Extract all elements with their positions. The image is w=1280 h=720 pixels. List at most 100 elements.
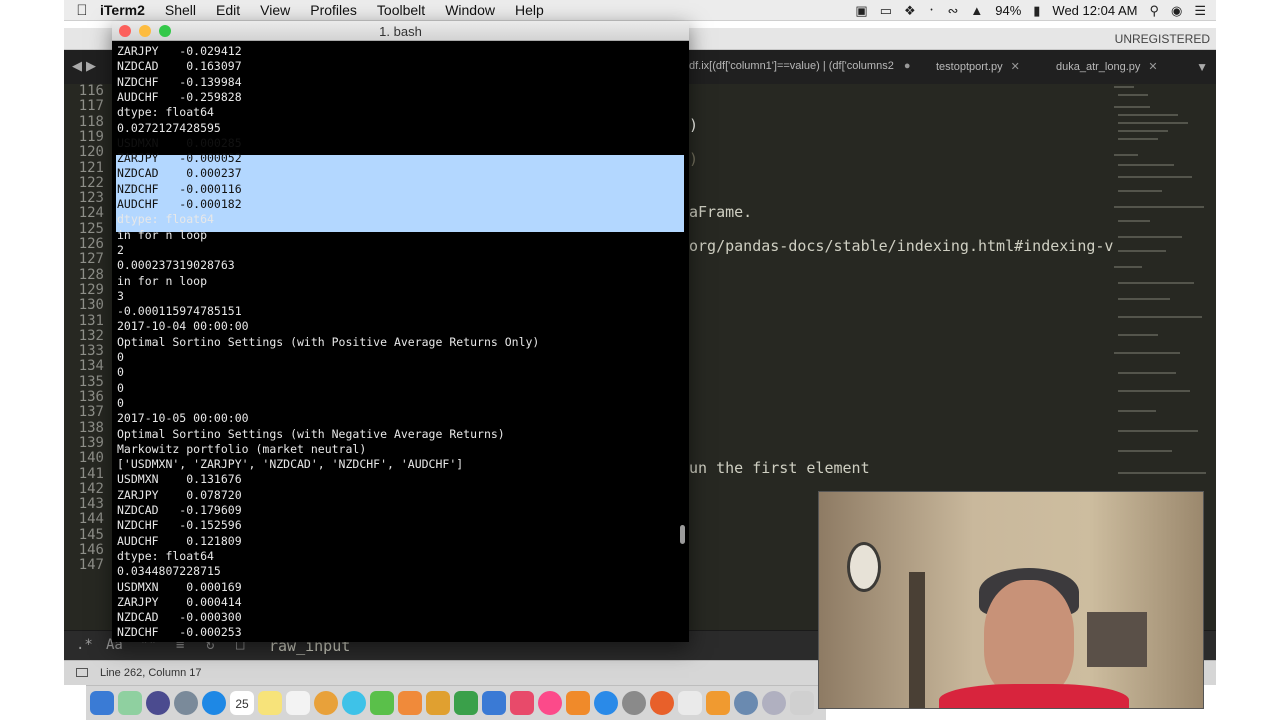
minimap-line xyxy=(1118,298,1170,300)
minimap-line xyxy=(1118,236,1182,238)
app-store-icon[interactable] xyxy=(594,691,618,715)
terminal-line: NZDCHF -0.139984 xyxy=(117,74,242,89)
battery-percent[interactable]: 94% xyxy=(995,3,1021,18)
battery-icon[interactable]: ▮ xyxy=(1033,3,1040,19)
menu-help[interactable]: Help xyxy=(515,2,544,18)
calendar-icon[interactable]: 25 xyxy=(230,691,254,715)
bluetooth-icon[interactable]: ᛫ xyxy=(928,3,936,18)
terminal-line: AUDCHF -0.259828 xyxy=(117,89,242,104)
iterm-titlebar[interactable]: 1. bash xyxy=(112,21,689,41)
terminal-line: -0.000115974785151 xyxy=(117,304,242,319)
minimap-line xyxy=(1118,94,1148,96)
code-fragment: ) xyxy=(689,116,699,134)
siri-icon[interactable]: ◉ xyxy=(1171,3,1182,19)
line-number: 124 xyxy=(78,205,104,222)
sublime-text-icon[interactable] xyxy=(706,691,730,715)
books-icon[interactable] xyxy=(566,691,590,715)
minimap-line xyxy=(1118,316,1202,318)
safari-icon[interactable] xyxy=(202,691,226,715)
tab-testoptport[interactable]: testoptport.py ✕ xyxy=(926,50,1030,84)
airplay-icon[interactable]: ▲ xyxy=(970,3,983,18)
minimap-line xyxy=(1118,122,1188,124)
spotlight-search-icon[interactable]: ⚲ xyxy=(1149,3,1159,19)
minimap-line xyxy=(1114,86,1134,88)
unsaved-dot-icon[interactable]: ● xyxy=(904,60,911,72)
terminal-output[interactable]: ZARJPY -0.029412 NZDCAD 0.163097 NZDCHF -0… xyxy=(112,41,689,642)
maps-icon[interactable] xyxy=(118,691,142,715)
numbers-icon[interactable] xyxy=(454,691,478,715)
close-icon[interactable]: ✕ xyxy=(1148,61,1157,73)
notification-center-icon[interactable]: ☰ xyxy=(1194,3,1206,19)
rocket-icon[interactable] xyxy=(174,691,198,715)
line-number: 146 xyxy=(78,542,104,558)
tab-label: duka_atr_long.py xyxy=(1056,61,1141,73)
terminal-line: NZDCAD 0.000237 xyxy=(117,166,242,181)
terminal-line: in for n loop xyxy=(117,273,208,288)
menu-window[interactable]: Window xyxy=(445,2,495,18)
terminal-line: 0.000237319028763 xyxy=(117,258,235,273)
photos-icon[interactable] xyxy=(314,691,338,715)
terminal-line: USDMXN 0.000285 xyxy=(117,135,242,150)
menu-bar:  iTerm2 Shell Edit View Profiles Toolbe… xyxy=(64,0,1216,21)
terminal-line: NZDCHF -0.152596 xyxy=(117,518,242,533)
firefox-icon[interactable] xyxy=(650,691,674,715)
minimap-line xyxy=(1118,430,1198,432)
messages-icon[interactable] xyxy=(342,691,366,715)
menu-app-name[interactable]: iTerm2 xyxy=(100,2,145,18)
line-number: 131 xyxy=(78,312,104,329)
tab-df-ix[interactable]: df.ix[(df['column1']==value) | (df['colu… xyxy=(679,50,920,84)
terminal-line: ZARJPY 0.078720 xyxy=(117,487,242,502)
terminal-line: 0 xyxy=(117,350,124,364)
launchpad-icon[interactable] xyxy=(146,691,170,715)
code-fragment: un the first element xyxy=(689,459,870,477)
menu-profiles[interactable]: Profiles xyxy=(310,2,357,18)
regex-toggle[interactable]: .* xyxy=(76,637,93,653)
menu-toolbelt[interactable]: Toolbelt xyxy=(377,2,425,18)
chevron-down-icon[interactable]: ▼ xyxy=(1196,60,1208,74)
dropbox-icon[interactable]: ❖ xyxy=(904,3,916,19)
tab-nav-arrows-icon[interactable]: ◀▶ xyxy=(72,58,100,74)
wifi-icon[interactable]: ∾ xyxy=(947,3,958,19)
pages-icon[interactable] xyxy=(426,691,450,715)
menu-shell[interactable]: Shell xyxy=(165,2,196,18)
editor-minimap[interactable] xyxy=(1110,84,1216,514)
tab-duka-atr-long[interactable]: duka_atr_long.py ✕ xyxy=(1046,50,1168,84)
panel-toggle-icon[interactable] xyxy=(76,668,88,677)
line-number: 142 xyxy=(78,480,104,497)
line-number: 133 xyxy=(78,343,104,360)
display-icon[interactable]: ▭ xyxy=(880,3,892,19)
notes-icon[interactable] xyxy=(258,691,282,715)
terminal-line: NZDCAD -0.000300 xyxy=(117,610,242,625)
dock-app-icon[interactable] xyxy=(790,691,814,715)
terminal-line: AUDCHF -0.000182 xyxy=(117,197,242,211)
line-number: 138 xyxy=(78,419,104,436)
dock: 25 xyxy=(86,685,826,720)
dock-app-icon[interactable] xyxy=(762,691,786,715)
ibooks-icon[interactable] xyxy=(398,691,422,715)
minimap-line xyxy=(1118,190,1162,192)
menu-edit[interactable]: Edit xyxy=(216,2,240,18)
doorway xyxy=(909,572,925,708)
terminal-line: in for n loop xyxy=(117,227,208,242)
facetime-icon[interactable] xyxy=(370,691,394,715)
minimap-line xyxy=(1118,472,1206,474)
text-edit-icon[interactable] xyxy=(678,691,702,715)
line-number: 126 xyxy=(78,236,104,252)
status-menus: ▣ ▭ ❖ ᛫ ∾ ▲ 94% ▮ Wed 12:04 AM ⚲ ◉ ☰ xyxy=(843,0,1206,21)
close-icon[interactable]: ✕ xyxy=(1011,61,1020,73)
minimap-line xyxy=(1118,130,1168,132)
minimap-line xyxy=(1114,154,1138,156)
scrollbar-thumb[interactable] xyxy=(680,525,685,544)
dock-app-icon[interactable] xyxy=(734,691,758,715)
photo-booth-icon[interactable] xyxy=(510,691,534,715)
finder-icon[interactable] xyxy=(90,691,114,715)
system-preferences-icon[interactable] xyxy=(622,691,646,715)
itunes-icon[interactable] xyxy=(538,691,562,715)
keynote-icon[interactable] xyxy=(482,691,506,715)
minimap-line xyxy=(1114,352,1180,354)
video-camera-icon[interactable]: ▣ xyxy=(855,3,867,19)
reminders-icon[interactable] xyxy=(286,691,310,715)
menu-view[interactable]: View xyxy=(260,2,290,18)
apple-icon[interactable]:  xyxy=(64,2,100,19)
clock[interactable]: Wed 12:04 AM xyxy=(1052,3,1137,18)
